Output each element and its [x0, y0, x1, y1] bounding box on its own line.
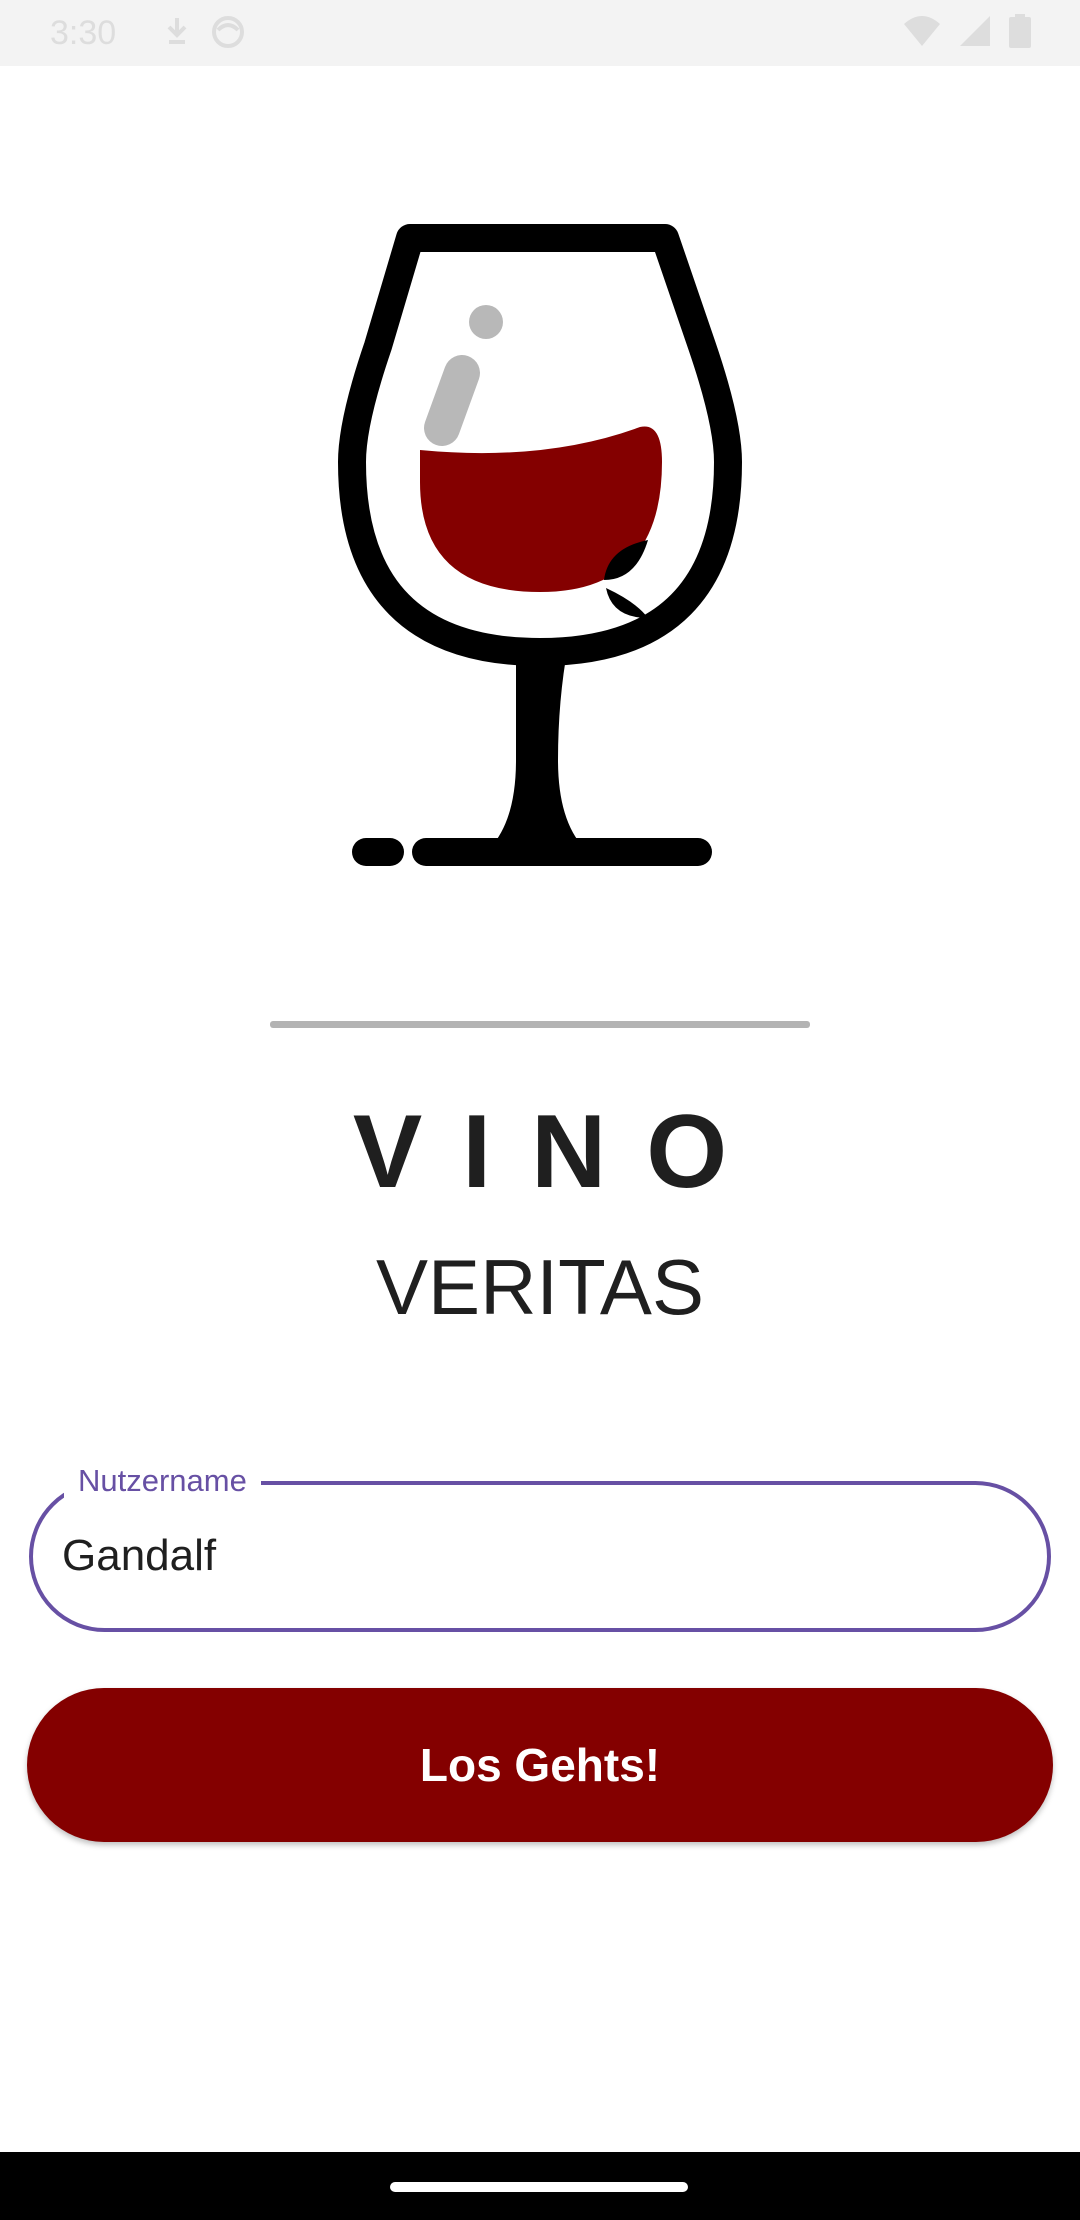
app-title: VINO [352, 1094, 768, 1210]
home-indicator[interactable] [390, 2182, 688, 2192]
app-subtitle: VERITAS [376, 1243, 704, 1331]
username-field-label: Nutzername [64, 1462, 261, 1500]
username-input[interactable] [62, 1524, 1002, 1588]
circle-face-icon [212, 16, 244, 48]
wifi-icon [904, 16, 940, 46]
battery-icon [1009, 14, 1031, 48]
start-button[interactable]: Los Gehts! [27, 1688, 1053, 1842]
cell-signal-icon [960, 16, 990, 46]
wine-glass-icon [338, 224, 742, 866]
download-icon [167, 18, 187, 44]
status-time: 3:30 [50, 14, 117, 52]
status-bar: 3:30 [0, 0, 1080, 66]
logo-divider [270, 1021, 810, 1028]
